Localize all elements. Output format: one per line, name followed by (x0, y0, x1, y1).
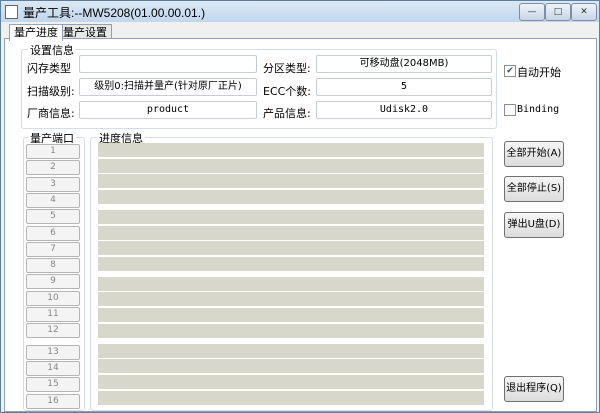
main-window: 量产工具:--MW5208(01.00.00.01.) — □ ✕ 量产进度 量… (0, 0, 600, 413)
eject-disk-button[interactable]: 弹出U盘(D) (504, 212, 564, 238)
flash-type-field[interactable] (79, 55, 257, 73)
exit-button[interactable]: 退出程序(Q) (504, 376, 564, 402)
progress-bar-7 (98, 241, 484, 256)
product-info-label: 产品信息: (263, 107, 311, 120)
port-button-5[interactable]: 5 (26, 209, 80, 225)
progress-bar-13 (98, 343, 484, 358)
close-button[interactable]: ✕ (571, 3, 597, 21)
port-button-7[interactable]: 7 (26, 241, 80, 257)
partition-type-label: 分区类型: (263, 62, 311, 75)
port-button-10[interactable]: 10 (26, 290, 80, 306)
tab-progress[interactable]: 量产进度 (9, 24, 63, 41)
port-button-6[interactable]: 6 (26, 225, 80, 241)
progress-bar-14 (98, 359, 484, 374)
minimize-button[interactable]: — (519, 3, 545, 21)
auto-start-checkbox[interactable]: ✔ (504, 65, 516, 77)
partition-type-field[interactable]: 可移动盘(2048MB) (316, 55, 492, 73)
progress-bar-9 (98, 276, 484, 291)
start-all-button[interactable]: 全部开始(A) (504, 141, 564, 167)
progress-bar-15 (98, 374, 484, 389)
port-button-8[interactable]: 8 (26, 258, 80, 274)
port-button-4[interactable]: 4 (26, 192, 80, 208)
progress-bar-6 (98, 225, 484, 240)
port-button-16[interactable]: 16 (26, 393, 80, 409)
product-info-field[interactable]: Udisk2.0 (316, 101, 492, 119)
window-title: 量产工具:--MW5208(01.00.00.01.) (23, 6, 206, 20)
progress-bar-8 (98, 256, 484, 271)
flash-type-label: 闪存类型 (27, 62, 71, 75)
settings-group-label: 设置信息 (28, 42, 76, 58)
progress-bar-11 (98, 308, 484, 322)
progress-bar-12 (98, 323, 484, 338)
vendor-info-field[interactable]: product (79, 101, 257, 119)
scan-level-field[interactable]: 级别0:扫描并量产(针对原厂正片) (79, 78, 257, 96)
app-icon (5, 5, 18, 19)
progress-bar-1 (98, 143, 484, 157)
ecc-count-field[interactable]: 5 (316, 78, 492, 96)
scan-level-label: 扫描级别: (27, 85, 75, 98)
port-button-15[interactable]: 15 (26, 377, 80, 393)
progress-bar-4 (98, 189, 484, 204)
stop-all-button[interactable]: 全部停止(S) (504, 176, 564, 202)
port-button-1[interactable]: 1 (26, 144, 80, 159)
port-button-13[interactable]: 13 (26, 344, 80, 360)
ecc-count-label: ECC个数: (263, 85, 312, 98)
progress-bar-16 (98, 390, 484, 405)
auto-start-label: 自动开始 (517, 66, 561, 79)
maximize-button[interactable]: □ (545, 3, 571, 21)
port-button-9[interactable]: 9 (26, 274, 80, 290)
port-button-14[interactable]: 14 (26, 360, 80, 376)
binding-checkbox[interactable] (504, 104, 516, 116)
progress-bar-10 (98, 292, 484, 307)
progress-bar-3 (98, 174, 484, 189)
progress-bar-5 (98, 209, 484, 224)
vendor-info-label: 厂商信息: (27, 107, 75, 120)
binding-label: Binding (517, 104, 560, 115)
progress-bar-2 (98, 158, 484, 173)
port-button-2[interactable]: 2 (26, 160, 80, 176)
title-bar: 量产工具:--MW5208(01.00.00.01.) — □ ✕ (1, 1, 599, 22)
port-button-12[interactable]: 12 (26, 323, 80, 339)
port-button-11[interactable]: 11 (26, 307, 80, 322)
port-button-3[interactable]: 3 (26, 176, 80, 192)
